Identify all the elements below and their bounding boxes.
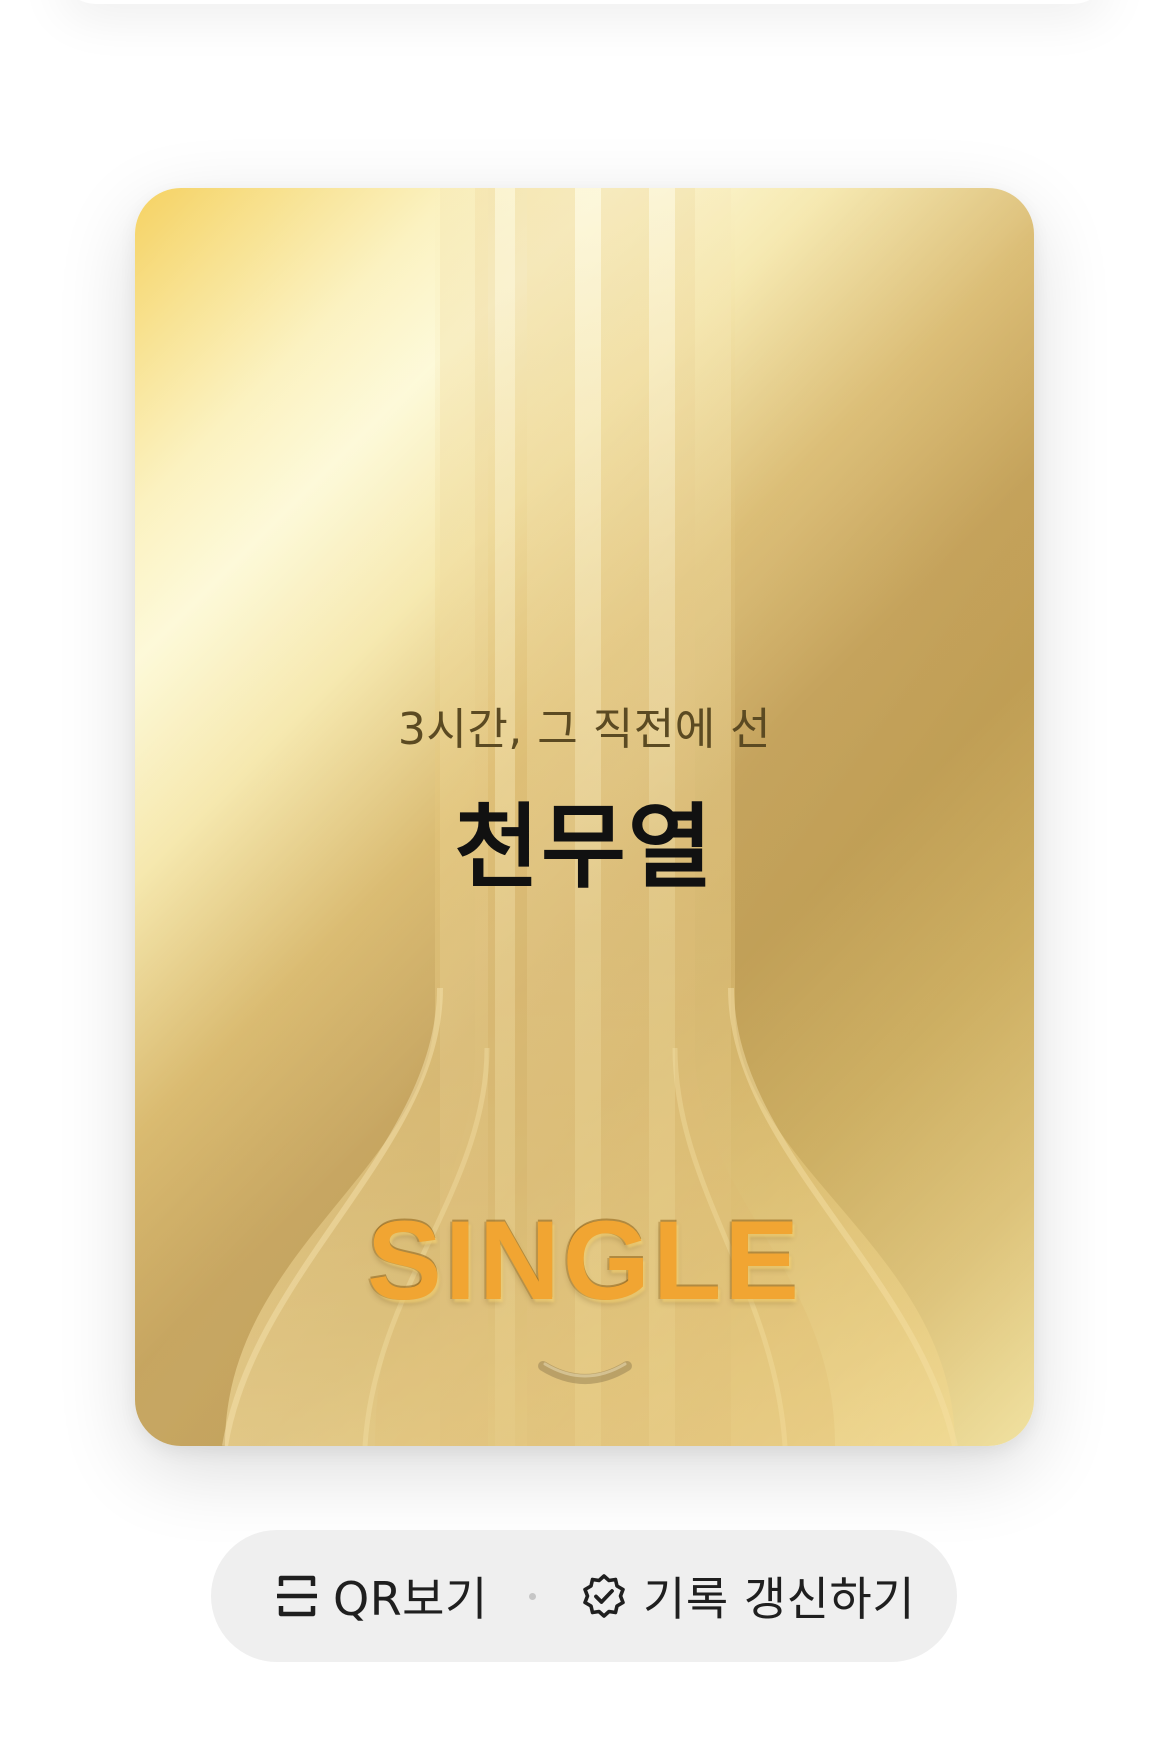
- screen: 3시간, 그 직전에 선 천무열 SINGLE QR보기 기록 갱신하기: [0, 0, 1169, 1744]
- chevron-down-icon[interactable]: [535, 1358, 635, 1398]
- verified-badge-icon: [581, 1573, 627, 1619]
- renew-record-button[interactable]: 기록 갱신하기: [581, 1530, 915, 1662]
- card-subtitle: 3시간, 그 직전에 선: [397, 704, 772, 755]
- membership-card[interactable]: 3시간, 그 직전에 선 천무열 SINGLE: [135, 188, 1034, 1446]
- tier-badge: SINGLE: [367, 1198, 802, 1323]
- card-action-bar: QR보기 기록 갱신하기: [211, 1530, 957, 1662]
- member-name: 천무열: [454, 794, 715, 901]
- qr-scan-icon: [277, 1574, 317, 1618]
- renew-record-label: 기록 갱신하기: [643, 1572, 916, 1626]
- qr-view-label: QR보기: [333, 1572, 488, 1626]
- action-separator: [529, 1593, 536, 1600]
- top-sheet-edge: [60, 0, 1109, 4]
- qr-view-button[interactable]: QR보기: [277, 1530, 488, 1662]
